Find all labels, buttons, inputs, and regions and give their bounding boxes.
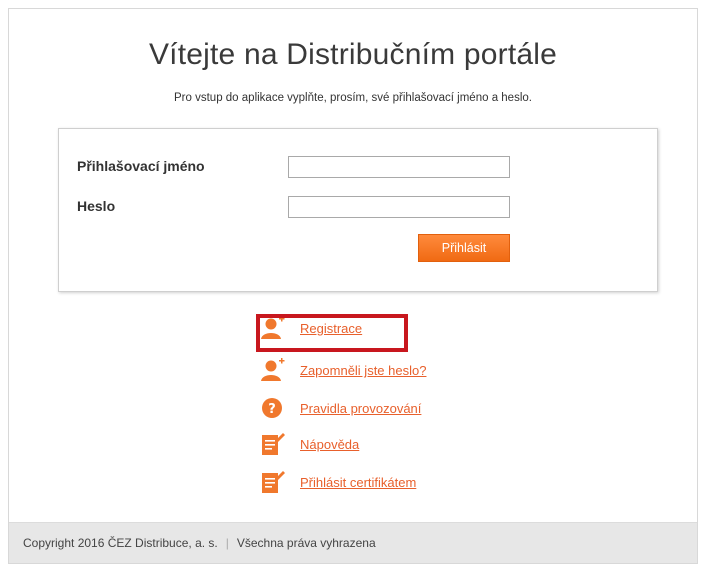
document-edit-icon [260,470,286,494]
link-rules[interactable]: Pravidla provozování [300,401,421,416]
link-item-help[interactable]: Nápověda [260,432,500,456]
page-subtitle: Pro vstup do aplikace vyplňte, prosím, s… [174,92,532,104]
password-input[interactable] [288,196,510,218]
link-item-rules[interactable]: ? Pravidla provozování [260,396,500,420]
page-title: Vítejte na Distribučním portále [148,38,558,71]
password-label: Heslo [77,198,116,214]
user-add-icon [260,358,286,382]
link-forgot-password[interactable]: Zapomněli jste heslo? [300,363,426,378]
link-item-certificate-login[interactable]: Přihlásit certifikátem [260,470,500,494]
link-help[interactable]: Nápověda [300,437,359,452]
link-item-forgot-password[interactable]: Zapomněli jste heslo? [260,358,500,382]
footer-separator: | [225,536,229,550]
document-edit-icon [260,432,286,456]
username-input[interactable] [288,156,510,178]
registration-highlight-box [256,314,408,352]
help-icon: ? [260,396,286,420]
link-certificate-login[interactable]: Přihlásit certifikátem [300,475,416,490]
svg-text:?: ? [268,402,276,417]
login-button[interactable]: Přihlásit [418,234,510,262]
footer-copyright: Copyright 2016 ČEZ Distribuce, a. s. [23,536,218,550]
footer: Copyright 2016 ČEZ Distribuce, a. s. | Vše… [9,522,697,563]
username-label: Přihlašovací jméno [77,158,205,174]
footer-rights: Všechna práva vyhrazena [236,536,376,550]
